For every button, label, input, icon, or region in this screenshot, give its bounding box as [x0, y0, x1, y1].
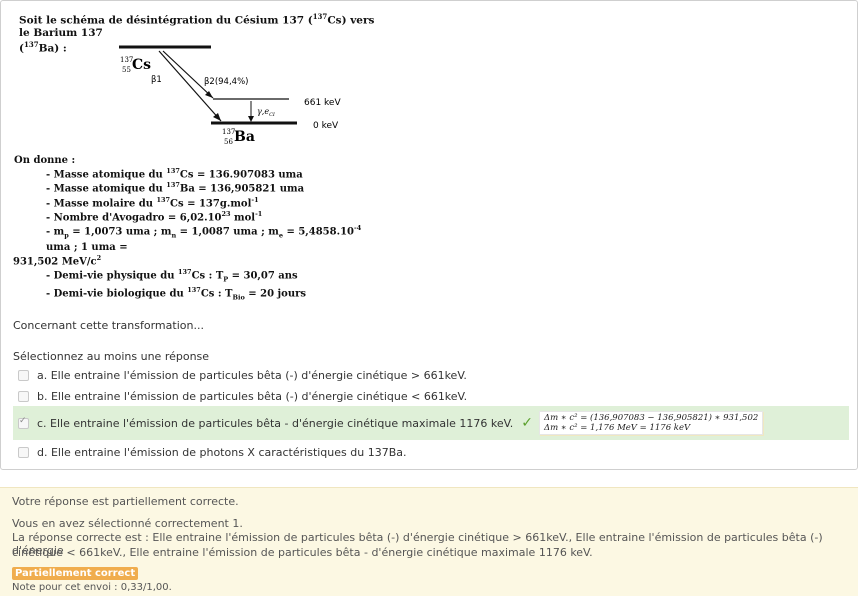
outcome-status: Votre réponse est partiellement correcte… — [12, 495, 239, 508]
gamma-label: γ,eCI — [257, 107, 276, 118]
answer-feedback: Δm ∗ c² = (136,907083 − 136,905821) ∗ 93… — [538, 411, 764, 435]
level-0-label: 0 keV — [313, 121, 339, 131]
question-card: Soit le schéma de désintégration du Cési… — [0, 0, 858, 470]
answer-option-d[interactable]: d. Elle entraine l'émission de photons X… — [13, 438, 849, 466]
given-line: - Masse atomique du 137Cs = 136.907083 u… — [46, 167, 303, 181]
cs-atomic-number: 55 — [122, 66, 131, 74]
grade-text: Note pour cet envoi : 0,33/1,00. — [12, 582, 172, 593]
level-661-label: 661 keV — [304, 98, 341, 108]
answer-checkbox-checked[interactable] — [18, 416, 29, 429]
question-stem: Concernant cette transformation... — [13, 319, 204, 332]
given-line: - mp = 1,0073 uma ; mn = 1,0087 uma ; me… — [46, 224, 362, 253]
decay-scheme-diagram: 137 55 Cs β1 β2(94,4%) γ,eCI 661 keV 0 k… — [119, 45, 341, 146]
answer-label: d. Elle entraine l'émission de photons X… — [37, 445, 407, 459]
gamma-arrowhead — [248, 116, 254, 122]
right-answer-line-2: cinétique < 661keV., Elle entraine l'émi… — [12, 546, 593, 559]
outcome-panel: Votre réponse est partiellement correcte… — [0, 487, 858, 596]
given-line: - Masse atomique du 137Ba = 136,905821 u… — [46, 181, 305, 195]
answer-checkbox[interactable] — [18, 390, 29, 402]
given-line: - Masse molaire du 137Cs = 137g.mol-1 — [46, 195, 259, 209]
given-line: - Demi-vie biologique du 137Cs : TBio = … — [46, 286, 307, 302]
given-data: On donne : - Masse atomique du 137Cs = 1… — [13, 155, 384, 304]
cs-symbol: Cs — [132, 57, 151, 73]
beta1-label: β1 — [151, 75, 162, 85]
answer-checkbox[interactable] — [18, 369, 29, 381]
outcome-selected: Vous en avez sélectionné correctement 1. — [12, 517, 243, 530]
correct-check-icon: ✓ — [521, 415, 533, 431]
given-line: - Nombre d'Avogadro = 6,02.1023 mol-1 — [46, 209, 263, 224]
beta2-label: β2(94,4%) — [204, 77, 248, 87]
beta2-arrow — [162, 50, 214, 99]
given-line: 931,502 MeV/c2 — [13, 253, 102, 267]
given-data-title: On donne : — [14, 155, 76, 166]
partial-correct-badge: Partiellement correct — [12, 567, 139, 580]
ba-symbol: Ba — [234, 129, 255, 145]
answer-option-c[interactable]: c. Elle entraine l'émission de particule… — [13, 406, 849, 440]
answer-label: b. Elle entraine l'émission de particule… — [37, 389, 468, 403]
ba-atomic-number: 56 — [224, 138, 233, 146]
answer-label: a. Elle entraine l'émission de particule… — [37, 368, 467, 382]
answer-checkbox[interactable] — [18, 446, 29, 458]
given-line: - Demi-vie physique du 137Cs : TP = 30,0… — [46, 267, 298, 284]
answer-label: c. Elle entraine l'émission de particule… — [37, 416, 514, 430]
